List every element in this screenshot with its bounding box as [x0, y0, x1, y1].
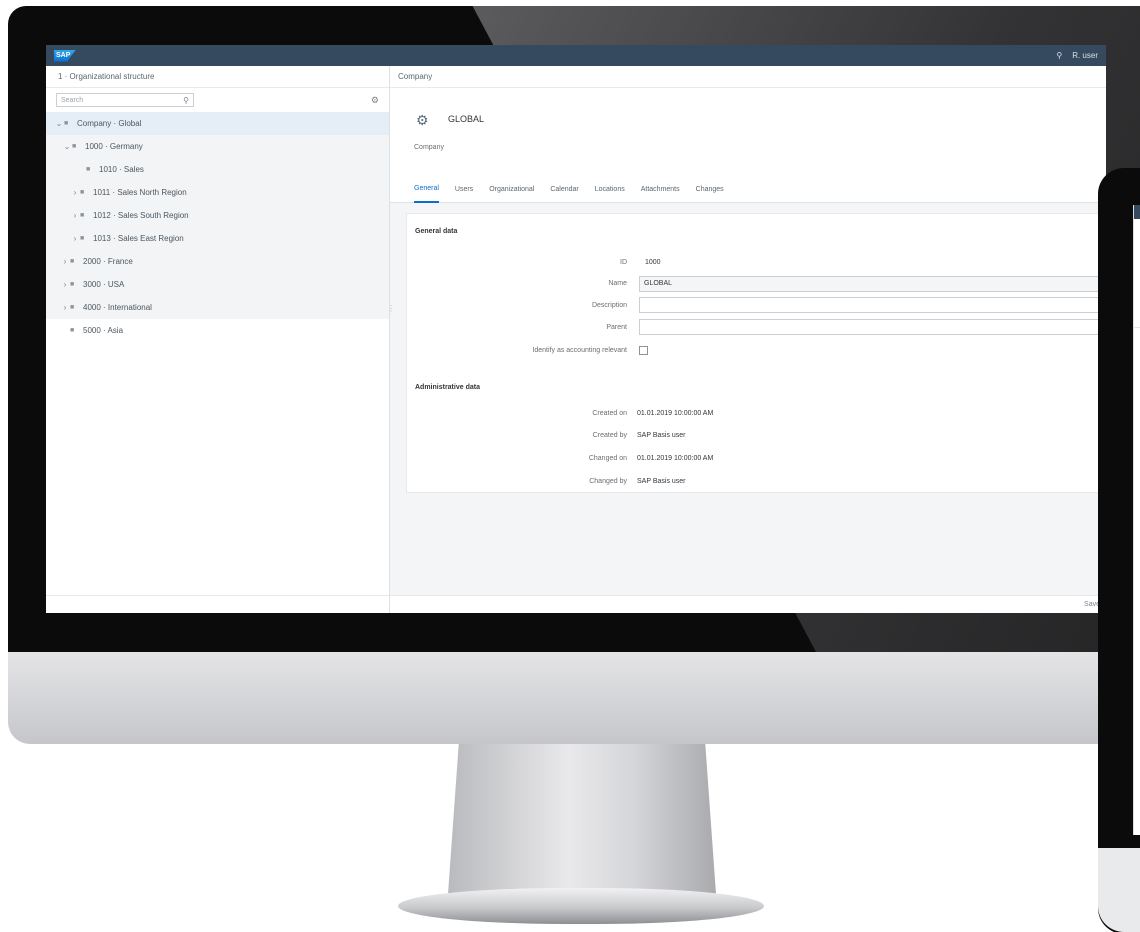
tree-search-input[interactable]: Search ⚲ [56, 93, 194, 107]
tablet-shell-bar [1134, 205, 1140, 219]
tablet-screen [1133, 205, 1140, 835]
created-by-label: Created by [592, 432, 627, 439]
object-title: GLOBAL [448, 114, 485, 124]
changed-on-label: Changed on [588, 455, 627, 462]
user-menu[interactable]: R. user [1072, 51, 1098, 60]
search-placeholder: Search [61, 96, 84, 104]
chevron-right-icon[interactable]: › [70, 211, 80, 220]
section-title-general: General data [415, 228, 458, 235]
tree-item-label: 1011 · Sales North Region [93, 188, 187, 197]
tree-item-label: 4000 · International [83, 303, 152, 312]
tree-item[interactable]: › ■ 2000 · France [46, 250, 389, 273]
chevron-right-icon[interactable]: › [60, 280, 70, 289]
chevron-down-icon[interactable]: ⌄ [62, 142, 72, 151]
org-unit-icon: ■ [70, 304, 75, 311]
org-unit-icon: ■ [70, 281, 75, 288]
tree-item[interactable]: ⌄ ■ 1000 · Germany [46, 135, 389, 158]
footer-toolbar: Save [390, 595, 1106, 613]
tab-users[interactable]: Users [455, 176, 473, 203]
monitor-stand-base [398, 888, 764, 924]
tree-item[interactable]: › ■ 1012 · Sales South Region [46, 204, 389, 227]
chevron-right-icon[interactable]: › [70, 234, 80, 243]
tree-item[interactable]: › ■ 1013 · Sales East Region [46, 227, 389, 250]
detail-pane: Company ⚙ GLOBAL Company General Users O… [390, 66, 1106, 613]
tree-item[interactable]: › ■ 4000 · International [46, 296, 389, 319]
org-unit-icon: ■ [72, 143, 77, 150]
org-unit-icon: ■ [80, 212, 85, 219]
settings-icon[interactable]: ⚙ [371, 95, 379, 106]
description-label: Description [591, 302, 627, 309]
chevron-right-icon[interactable]: › [60, 257, 70, 266]
tab-changes[interactable]: Changes [696, 176, 724, 203]
tree-item[interactable]: ⌄ ■ Company · Global [46, 112, 389, 135]
org-unit-icon: ■ [70, 327, 75, 334]
tree-item-label: 1010 · Sales [99, 165, 144, 174]
org-unit-icon: ■ [80, 189, 85, 196]
parent-field[interactable] [639, 319, 1099, 335]
tree-item-label: 1012 · Sales South Region [93, 211, 189, 220]
created-on-label: Created on [592, 410, 627, 417]
sap-logo: SAP [54, 49, 76, 62]
section-title-admin: Administrative data [415, 384, 480, 391]
shell-bar: SAP ⚲ R. user [46, 45, 1106, 66]
changed-by-value: SAP Basis user [637, 478, 686, 485]
tree-item[interactable]: ■ 5000 · Asia [46, 319, 389, 342]
changed-by-label: Changed by [589, 478, 627, 485]
tree-item-label: 1013 · Sales East Region [93, 234, 184, 243]
tree-item[interactable]: › ■ 1011 · Sales North Region [46, 181, 389, 204]
accounting-flag-checkbox[interactable] [639, 346, 648, 355]
structure-pane: 1 · Organizational structure Search ⚲ ⚙ … [46, 66, 395, 613]
accounting-flag-label: Identify as accounting relevant [532, 347, 627, 354]
search-icon[interactable]: ⚲ [1056, 51, 1062, 60]
monitor-stand-neck [448, 744, 716, 894]
tree-item-label: Company · Global [77, 119, 142, 128]
tab-calendar[interactable]: Calendar [550, 176, 578, 203]
tree-item-label: 3000 · USA [83, 280, 125, 289]
parent-label: Parent [606, 324, 627, 331]
tab-bar: General Users Organizational Calendar Lo… [390, 176, 1106, 203]
id-label: ID [620, 259, 627, 266]
changed-on-value: 01.01.2019 10:00:00 AM [637, 455, 714, 462]
tablet-chin [1098, 848, 1140, 932]
search-icon[interactable]: ⚲ [183, 96, 189, 105]
chevron-right-icon[interactable]: › [60, 303, 70, 312]
tab-locations[interactable]: Locations [595, 176, 625, 203]
org-unit-icon: ■ [86, 166, 91, 173]
scene: SAP ⚲ R. user 1 · Organizational structu… [0, 0, 1140, 932]
tablet-divider [1134, 327, 1140, 328]
created-on-value: 01.01.2019 10:00:00 AM [637, 410, 714, 417]
org-unit-icon: ■ [70, 258, 75, 265]
tree-item[interactable]: › ■ 3000 · USA [46, 273, 389, 296]
org-unit-icon: ■ [80, 235, 85, 242]
breadcrumb[interactable]: Company [390, 66, 1106, 88]
created-by-value: SAP Basis user [637, 432, 686, 439]
tab-attachments[interactable]: Attachments [641, 176, 680, 203]
id-value: 1000 [645, 259, 661, 266]
chevron-right-icon[interactable]: › [70, 188, 80, 197]
tree-toolbar: Search ⚲ ⚙ [46, 88, 389, 112]
monitor-chin [8, 652, 1140, 744]
description-field[interactable] [639, 297, 1099, 313]
name-label: Name [608, 280, 627, 287]
tree-item-label: 2000 · France [83, 257, 133, 266]
object-subtitle: Company [414, 144, 444, 151]
pane-title: 1 · Organizational structure [46, 66, 389, 88]
object-header: ⚙ GLOBAL Company [390, 88, 1106, 176]
tree-item-label: 1000 · Germany [85, 142, 143, 151]
name-field[interactable]: GLOBAL [639, 276, 1099, 292]
tab-organizational[interactable]: Organizational [489, 176, 534, 203]
general-form: General data ID 1000 Name GLOBAL Descrip… [406, 213, 1106, 493]
org-structure-icon: ⚙ [416, 112, 429, 128]
org-unit-icon: ■ [64, 120, 69, 127]
tab-general[interactable]: General [414, 176, 439, 203]
tree-item[interactable]: ■ 1010 · Sales [46, 158, 389, 181]
left-pane-footer [46, 595, 389, 613]
chevron-down-icon[interactable]: ⌄ [54, 119, 64, 128]
tree-item-label: 5000 · Asia [83, 326, 124, 335]
monitor-screen: SAP ⚲ R. user 1 · Organizational structu… [46, 45, 1106, 613]
